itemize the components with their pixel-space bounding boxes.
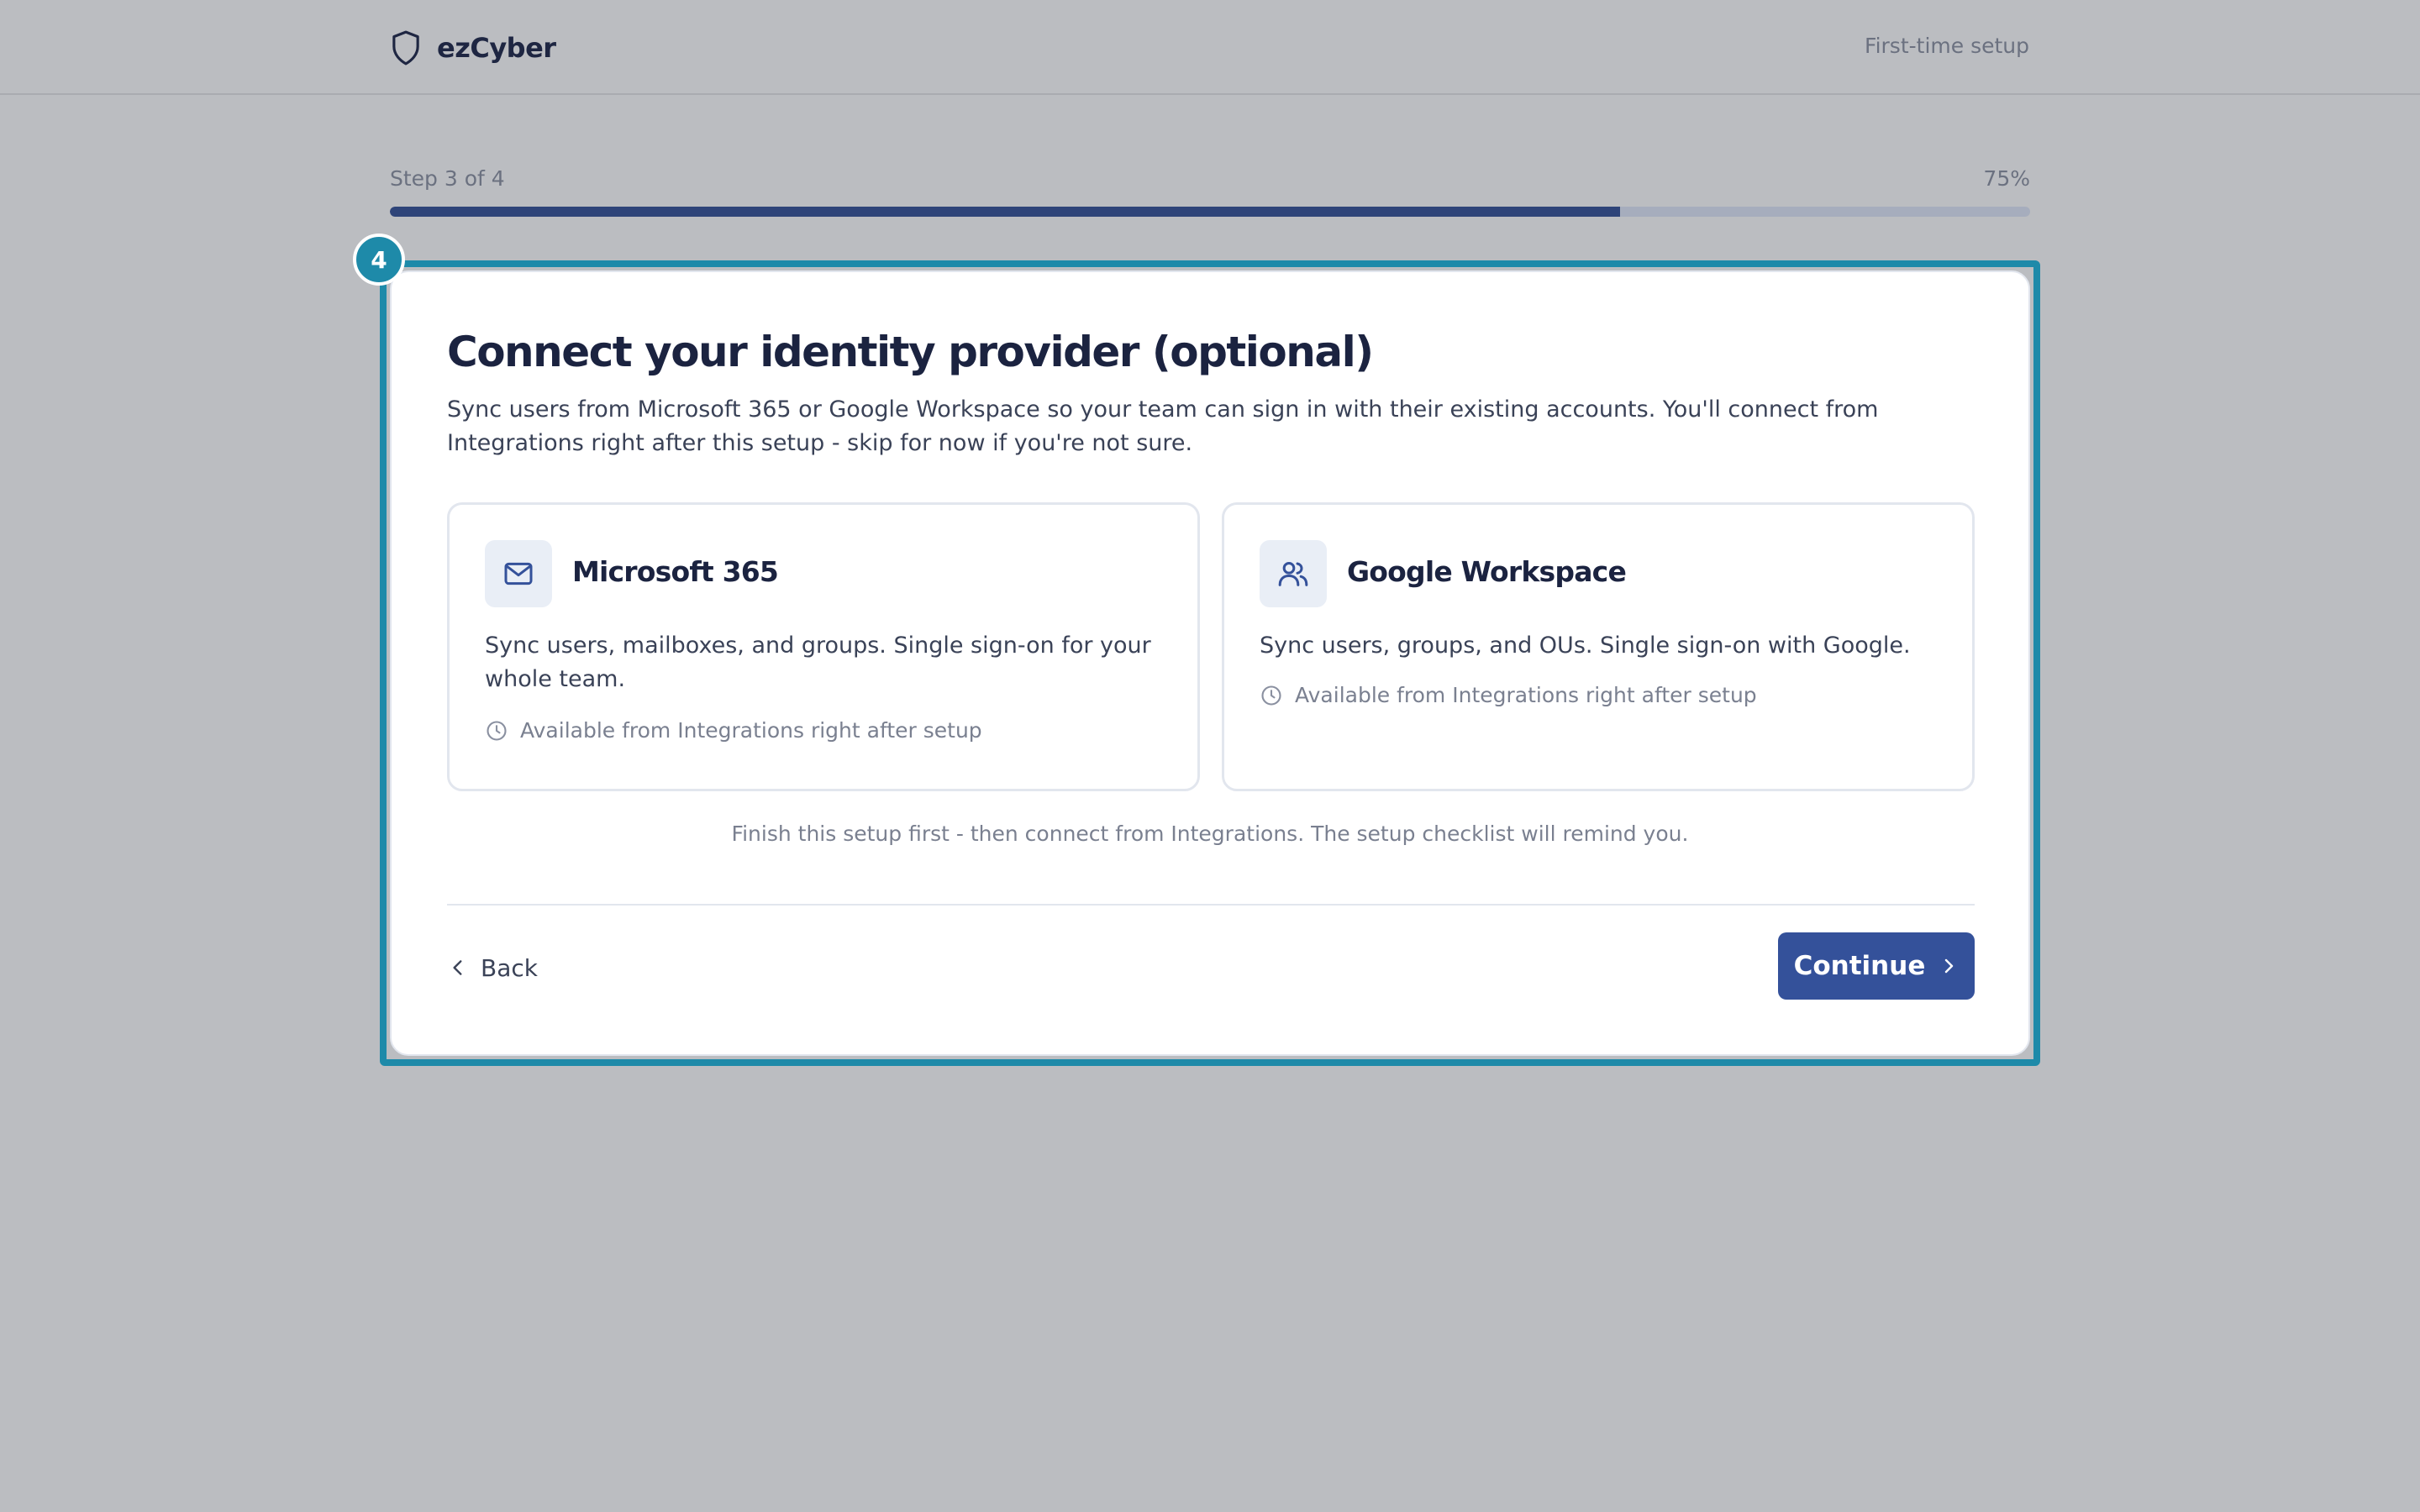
setup-mode-label: First-time setup — [1865, 34, 2029, 58]
clock-icon — [487, 720, 507, 741]
provider-card-google-workspace[interactable]: Google Workspace Sync users, groups, and… — [1222, 502, 1975, 791]
progress-percent: 75% — [1983, 166, 2030, 191]
mail-icon — [504, 562, 533, 585]
provider-card-microsoft-365[interactable]: Microsoft 365 Sync users, mailboxes, and… — [447, 502, 1200, 791]
provider-icon-tile — [1260, 540, 1327, 607]
availability-text: Available from Integrations right after … — [520, 718, 982, 743]
top-bar: ezCyber First-time setup — [0, 0, 2420, 95]
availability-note: Available from Integrations right after … — [485, 718, 982, 743]
chevron-left-icon — [453, 960, 462, 975]
provider-icon-tile — [485, 540, 552, 607]
divider — [447, 904, 1975, 906]
clock-icon — [1261, 685, 1281, 706]
shield-icon — [392, 30, 419, 66]
highlight-badge: 4 — [353, 234, 405, 286]
brand[interactable]: ezCyber — [390, 28, 556, 68]
provider-name: Google Workspace — [1347, 555, 1627, 588]
chevron-right-icon — [1945, 958, 1954, 974]
page-title: Connect your identity provider (optional… — [447, 328, 1374, 376]
back-button[interactable]: Back — [447, 948, 538, 988]
availability-text: Available from Integrations right after … — [1295, 683, 1757, 707]
brand-name: ezCyber — [437, 32, 556, 64]
progress-track — [390, 207, 2030, 217]
continue-button[interactable]: Continue — [1778, 932, 1975, 1000]
availability-note: Available from Integrations right after … — [1260, 683, 1757, 707]
provider-name: Microsoft 365 — [572, 555, 779, 588]
provider-description: Sync users, mailboxes, and groups. Singl… — [485, 633, 1151, 692]
finish-note: Finish this setup first - then connect f… — [731, 822, 1689, 846]
step-indicator: Step 3 of 4 — [390, 166, 505, 191]
continue-button-label: Continue — [1793, 951, 1926, 981]
identity-provider-card: Connect your identity provider (optional… — [390, 270, 2030, 1056]
users-icon — [1278, 562, 1308, 586]
back-button-label: Back — [481, 953, 538, 982]
progress-fill — [390, 207, 1620, 217]
setup-progress: Step 3 of 4 75% — [390, 166, 2030, 217]
provider-description: Sync users, groups, and OUs. Single sign… — [1260, 633, 1911, 659]
page-description: Sync users from Microsoft 365 or Google … — [447, 396, 1879, 456]
